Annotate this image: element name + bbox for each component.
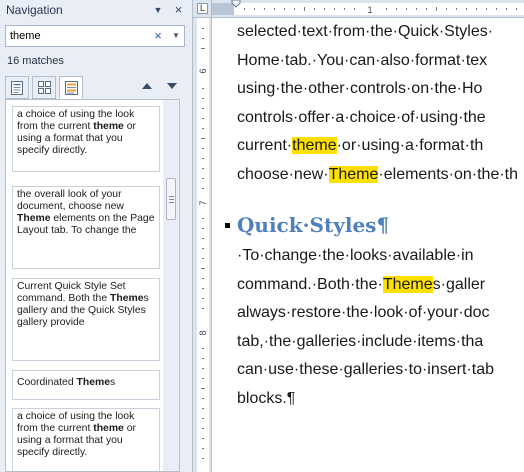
result-text: the overall look of your document, choos… — [17, 189, 124, 212]
heading-bullet — [225, 223, 230, 228]
nav-close-icon[interactable]: × — [171, 2, 186, 17]
search-clear-icon[interactable]: × — [152, 28, 164, 44]
search-result-item[interactable]: the overall look of your document, choos… — [12, 186, 160, 269]
tab-results-view[interactable] — [59, 76, 83, 99]
results-view-icon — [65, 81, 78, 95]
document-text: blocks.¶ — [237, 389, 296, 407]
result-text: Coordinated — [17, 377, 77, 388]
result-match: Theme — [76, 377, 111, 388]
match-count: 16 matches — [7, 55, 64, 67]
document-line: Home·tab.·You·can·also·format·tex — [237, 52, 487, 70]
document-line: current·theme·or·using·a·format·th — [237, 137, 483, 155]
results-scrollbar[interactable] — [163, 99, 180, 472]
result-match: Theme — [110, 293, 144, 304]
search-results-list: a choice of using the look from the curr… — [5, 99, 163, 472]
nav-header: Navigation ▼ × — [0, 0, 193, 20]
document-text: can·use·these·galleries·to·insert·tab — [237, 361, 494, 378]
search-highlight: theme — [292, 137, 337, 154]
ruler-corner: L — [193, 0, 212, 18]
document-text: tab,·the·galleries·include·items·tha — [237, 332, 484, 350]
search-result-item[interactable]: a choice of using the look from the curr… — [12, 106, 160, 172]
ruler-text-area — [197, 18, 209, 472]
document-heading: Quick·Styles¶ — [237, 213, 390, 237]
search-result-item[interactable]: Coordinated Themes — [12, 370, 160, 400]
ruler-number: 8 — [198, 330, 208, 335]
tab-selector-button[interactable]: L — [197, 3, 208, 14]
search-input[interactable] — [10, 29, 148, 43]
document-text: ·elements·on·the·th — [378, 165, 519, 183]
result-match: Theme — [17, 213, 51, 224]
document-line: selected·text·from·the·Quick·Styles· — [237, 23, 493, 41]
document-line: tab,·the·galleries·include·items·tha — [237, 333, 483, 351]
tab-headings-view[interactable] — [5, 76, 29, 99]
next-result-icon[interactable] — [166, 80, 178, 92]
ruler-number: 1 — [367, 5, 372, 15]
search-options-dropdown-icon[interactable]: ▼ — [170, 28, 182, 44]
result-match: theme — [93, 423, 124, 434]
document-text: current· — [237, 137, 293, 154]
document-line: controls·offer·a·choice·of·using·the — [237, 109, 486, 127]
pages-view-icon — [38, 81, 51, 94]
document-area[interactable]: selected·text·from·the·Quick·Styles· Home… — [213, 19, 524, 472]
document-text: ·To·change·the·looks·available·in — [237, 247, 474, 264]
result-match: theme — [93, 121, 124, 132]
ruler-number: 7 — [198, 200, 208, 205]
document-text: ·or·using·a·format·th — [336, 137, 484, 154]
document-text: controls·offer·a·choice·of·using·the — [237, 108, 486, 126]
nav-title: Navigation — [6, 3, 63, 17]
document-line: ·To·change·the·looks·available·in — [237, 247, 474, 265]
document-line: always·restore·the·look·of·your·doc — [237, 304, 490, 322]
result-text: s — [110, 377, 116, 388]
ruler-text-area — [234, 3, 524, 15]
document-text: Home·tab.·You·can·also·format·tex — [237, 51, 488, 69]
search-box: × ▼ — [5, 25, 185, 47]
document-line: blocks.¶ — [237, 390, 295, 408]
search-highlight: Theme — [328, 165, 379, 183]
vertical-ruler[interactable]: 6 7 8 — [193, 18, 212, 472]
document-text: command.·Both·the· — [237, 275, 383, 293]
previous-result-icon[interactable] — [141, 80, 153, 92]
document-text: selected·text·from·the·Quick·Styles· — [237, 23, 494, 40]
document-line: using·the·other·controls·on·the·Ho — [237, 80, 482, 98]
scrollbar-thumb[interactable] — [166, 178, 176, 220]
nav-menu-dropdown-icon[interactable]: ▼ — [151, 3, 165, 17]
ruler-number: 6 — [198, 68, 208, 73]
document-text: choose·new· — [237, 165, 329, 183]
headings-view-icon — [11, 81, 23, 95]
search-result-item[interactable]: a choice of using the look from the curr… — [12, 408, 160, 471]
document-line: command.·Both·the·Themes·galler — [237, 275, 486, 294]
document-line: can·use·these·galleries·to·insert·tab — [237, 361, 494, 379]
horizontal-ruler-scale: 1 — [212, 0, 524, 15]
vertical-ruler-scale: 6 7 8 — [197, 18, 209, 472]
search-highlight: Theme — [382, 275, 433, 293]
document-text: using·the·other·controls·on·the·Ho — [237, 80, 483, 97]
navigation-pane: Navigation ▼ × × ▼ 16 matches — [0, 0, 193, 472]
horizontal-ruler[interactable]: 1 — [212, 0, 524, 18]
ruler-margin-area — [212, 3, 234, 15]
grip-icon — [169, 196, 174, 203]
document-text: always·restore·the·look·of·your·doc — [237, 304, 490, 321]
document-line: choose·new·Theme·elements·on·the·th — [237, 165, 519, 184]
tab-pages-view[interactable] — [32, 76, 56, 99]
document-text: s·galler — [432, 275, 486, 293]
search-result-item[interactable]: Current Quick Style Set command. Both th… — [12, 278, 160, 361]
